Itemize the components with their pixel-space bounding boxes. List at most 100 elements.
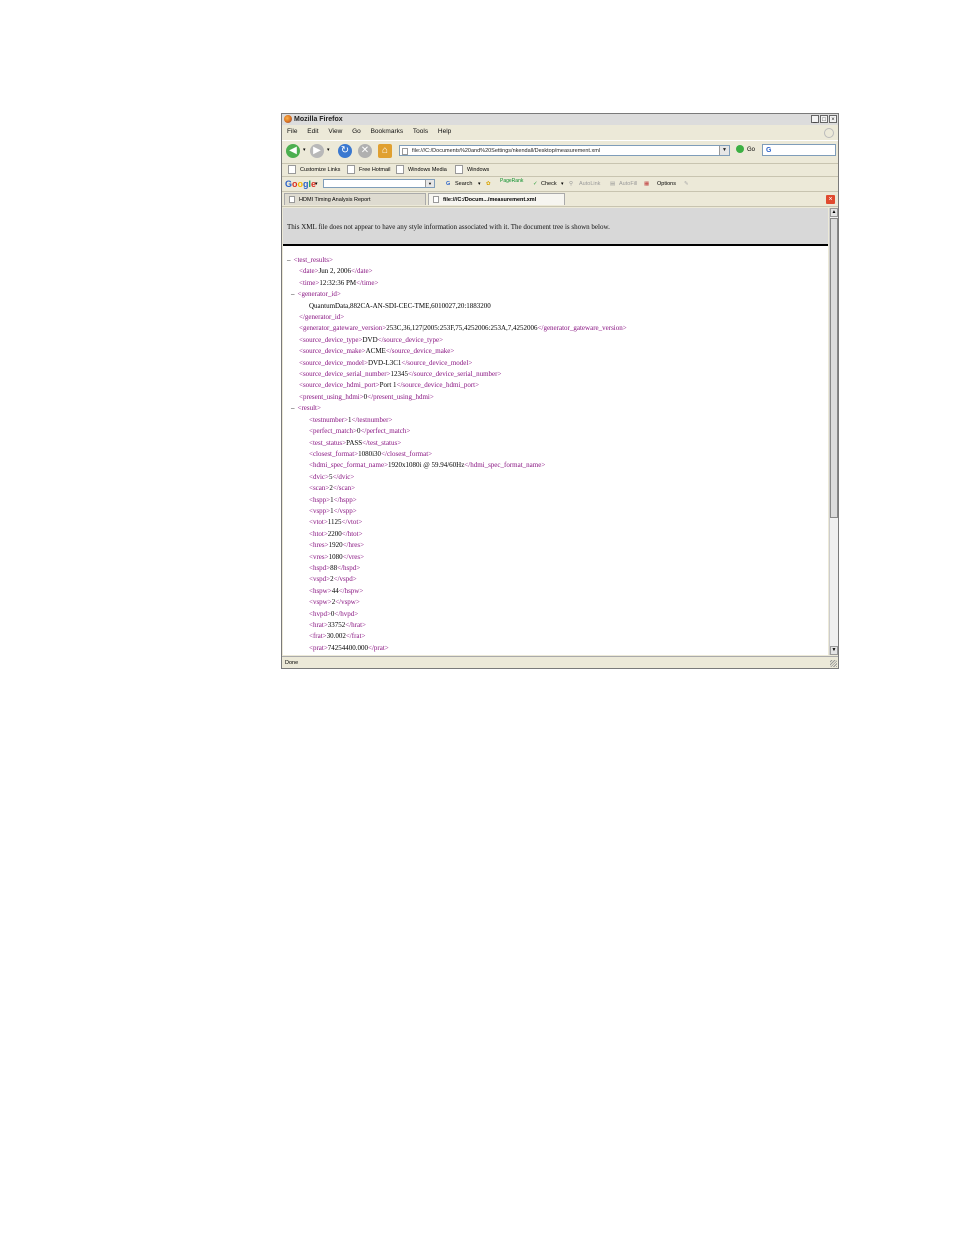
options-button[interactable]: Options (657, 177, 676, 191)
xml-line-generator-value: QuantumData,882CA-AN-SDI-CEC-TME,6010027… (309, 301, 491, 310)
menu-help[interactable]: Help (438, 128, 451, 135)
reload-icon[interactable]: ↻ (338, 144, 352, 158)
url-text: file:///C:/Documents%20and%20Settings/nk… (412, 148, 601, 154)
url-dropdown-icon[interactable]: ▼ (719, 146, 729, 155)
xml-value: 1920x1080i @ 59.94/60Hz (388, 461, 465, 470)
resize-grip-icon[interactable] (830, 660, 837, 667)
tab-measurement-xml[interactable]: file:///C:/Docum.../measurement.xml (428, 193, 565, 205)
bookmark-windows[interactable]: Windows (455, 164, 489, 176)
menu-view[interactable]: View (328, 128, 342, 135)
vertical-scrollbar[interactable]: ▲ ▼ (829, 208, 838, 655)
check-icon: ✓ (533, 181, 538, 187)
scrollbar-thumb[interactable] (830, 218, 838, 518)
xml-line-source-device-model: <source_device_model>DVD-L3C1</source_de… (299, 358, 473, 367)
xml-tag: <generator_id> (297, 290, 341, 299)
bookmark-windows-media[interactable]: Windows Media (396, 164, 447, 176)
menu-bar: File Edit View Go Bookmarks Tools Help (282, 126, 838, 138)
close-window-button[interactable]: × (829, 115, 837, 123)
bookmark-icon (347, 165, 355, 175)
menu-edit[interactable]: Edit (307, 128, 318, 135)
check-dropdown-icon[interactable]: ▾ (561, 177, 564, 191)
autofill-button[interactable]: AutoFill (619, 177, 637, 191)
xml-root-open: – <test_results> (287, 255, 627, 266)
xml-line-htot: <htot>2200</htot> (309, 529, 363, 538)
xml-line-hdmi-spec-format-name: <hdmi_spec_format_name>1920x1080i @ 59.9… (309, 461, 546, 470)
bookmark-customize-links[interactable]: Customize Links (288, 164, 340, 176)
xml-value: Jun 2, 2006 (318, 267, 352, 276)
search-input[interactable]: G (762, 144, 836, 156)
xml-line-hrat: <hrat>33752</hrat> (309, 621, 367, 629)
xml-line-source-device-type: <source_device_type>DVD</source_device_t… (299, 335, 444, 344)
xml-notice: This XML file does not appear to have an… (283, 208, 828, 246)
xml-tag: <test_results> (293, 256, 333, 264)
xml-line-source-device-make: <source_device_make>ACME</source_device_… (299, 347, 455, 356)
pagerank-indicator[interactable]: PageRank (500, 177, 523, 186)
xml-line-vtot: <vtot>1125</vtot> (309, 518, 363, 527)
menu-bookmarks[interactable]: Bookmarks (371, 128, 404, 135)
go-button[interactable]: Go (736, 145, 755, 156)
collapse-toggle-icon[interactable]: – (287, 256, 291, 264)
xml-line-generator-close: </generator_id> (287, 312, 627, 323)
xml-tag: <result> (297, 404, 321, 413)
bookmark-label: Windows (467, 167, 490, 173)
back-arrow-icon[interactable]: ◀ (286, 144, 300, 158)
xml-line-vspw: <vspw>2</vspw> (309, 598, 360, 607)
google-logo[interactable]: Google (285, 177, 316, 191)
page-icon (402, 148, 408, 155)
bookmark-icon (455, 165, 463, 175)
xml-value: 12:32:36 PM (319, 278, 357, 287)
menu-file[interactable]: File (287, 128, 297, 135)
tab-hdmi-timing-report[interactable]: HDMI Timing Analysis Report (284, 193, 426, 205)
xml-line-generator-open: – <generator_id> (287, 289, 627, 300)
collapse-toggle-icon[interactable]: – (291, 290, 295, 298)
xml-line-hspp: <hspp>1</hspp> (309, 495, 357, 504)
xml-line-dvic: <dvic>5</dvic> (309, 472, 355, 481)
xml-value: 74254400.000 (327, 643, 369, 652)
menu-go[interactable]: Go (352, 128, 361, 135)
google-menu-dropdown-icon[interactable]: ▾ (315, 177, 318, 191)
xml-line-result-open: – <result> (287, 403, 627, 414)
google-search-dropdown-icon[interactable]: ▼ (425, 180, 434, 187)
xml-value: 12345 (390, 370, 408, 379)
url-input[interactable]: file:///C:/Documents%20and%20Settings/nk… (399, 145, 730, 156)
xml-value: 253C,36,127|2005:253F,75,4252006:253A,7,… (386, 324, 538, 333)
back-dropdown-icon[interactable]: ▾ (303, 147, 306, 153)
popup-blocker-icon[interactable]: ✿ (486, 177, 491, 191)
stop-icon[interactable]: ✕ (358, 144, 372, 158)
autolink-button[interactable]: AutoLink (579, 177, 600, 191)
bookmark-free-hotmail[interactable]: Free Hotmail (347, 164, 390, 176)
scroll-up-icon[interactable]: ▲ (830, 208, 838, 217)
xml-line-source-device-serial-number: <source_device_serial_number>12345</sour… (299, 370, 502, 379)
home-icon[interactable]: ⌂ (378, 144, 392, 158)
page-icon (433, 196, 439, 203)
search-dropdown-icon[interactable]: ▾ (478, 177, 481, 191)
highlight-icon[interactable]: ✎ (684, 177, 689, 191)
bookmark-icon (396, 165, 404, 175)
tab-label: HDMI Timing Analysis Report (299, 197, 371, 203)
xml-line-source-device-hdmi-port: <source_device_hdmi_port>Port 1</source_… (299, 381, 480, 390)
go-label: Go (747, 147, 756, 153)
forward-arrow-icon[interactable]: ▶ (310, 144, 324, 158)
xml-line-hres: <hres>1920</hres> (309, 541, 365, 550)
menu-tools[interactable]: Tools (413, 128, 428, 135)
google-search-button[interactable]: Search (455, 177, 472, 191)
google-search-input[interactable]: ▼ (323, 179, 435, 188)
scroll-down-icon[interactable]: ▼ (830, 646, 838, 655)
xml-line-prat: <prat>74254400.000</prat> (309, 643, 389, 652)
xml-value: 44 (331, 586, 339, 595)
minimize-button[interactable]: _ (811, 115, 819, 123)
maximize-button[interactable]: □ (820, 115, 828, 123)
spell-check-button[interactable]: Check (541, 177, 557, 191)
xml-line-testnumber: <testnumber>1</testnumber> (309, 415, 393, 424)
forward-dropdown-icon[interactable]: ▾ (327, 147, 330, 153)
xml-line-scan: <scan>2</scan> (309, 484, 356, 493)
xml-value: Port 1 (379, 381, 397, 390)
go-icon (736, 145, 744, 154)
collapse-toggle-icon[interactable]: – (291, 404, 295, 412)
xml-tag: </generator_id> (299, 313, 345, 322)
navigation-toolbar: ◀ ▾ ▶ ▾ ↻ ✕ ⌂ file:///C:/Documents%20and… (282, 140, 838, 164)
close-tab-icon[interactable]: × (826, 195, 835, 204)
bookmark-label: Customize Links (300, 167, 341, 173)
window-title: Mozilla Firefox (294, 116, 343, 123)
bookmark-label: Free Hotmail (359, 167, 391, 173)
